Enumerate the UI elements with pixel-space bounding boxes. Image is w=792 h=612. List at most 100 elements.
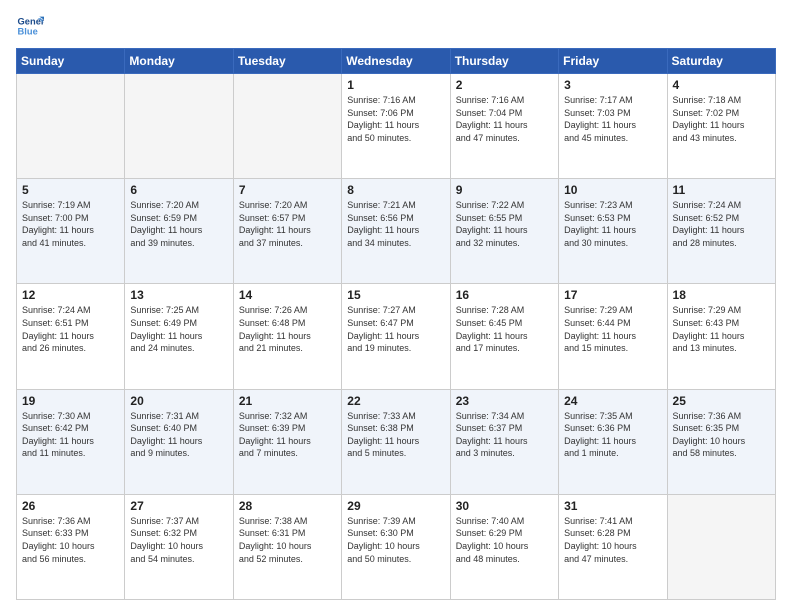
- day-number: 7: [239, 183, 336, 197]
- calendar-cell: 2 Sunrise: 7:16 AMSunset: 7:04 PMDaylight…: [450, 74, 558, 179]
- day-number: 23: [456, 394, 553, 408]
- day-number: 24: [564, 394, 661, 408]
- calendar-cell: 14 Sunrise: 7:26 AMSunset: 6:48 PMDayligh…: [233, 284, 341, 389]
- cell-info: Sunrise: 7:29 AMSunset: 6:43 PMDaylight:…: [673, 304, 770, 354]
- day-number: 2: [456, 78, 553, 92]
- cell-info: Sunrise: 7:36 AMSunset: 6:33 PMDaylight:…: [22, 515, 119, 565]
- day-number: 26: [22, 499, 119, 513]
- day-number: 3: [564, 78, 661, 92]
- calendar-cell: 4 Sunrise: 7:18 AMSunset: 7:02 PMDaylight…: [667, 74, 775, 179]
- calendar-cell: 18 Sunrise: 7:29 AMSunset: 6:43 PMDayligh…: [667, 284, 775, 389]
- day-number: 25: [673, 394, 770, 408]
- cell-info: Sunrise: 7:35 AMSunset: 6:36 PMDaylight:…: [564, 410, 661, 460]
- cell-info: Sunrise: 7:28 AMSunset: 6:45 PMDaylight:…: [456, 304, 553, 354]
- calendar-cell: 19 Sunrise: 7:30 AMSunset: 6:42 PMDayligh…: [17, 389, 125, 494]
- page: General Blue SundayMondayTuesdayWednesda…: [0, 0, 792, 612]
- day-number: 9: [456, 183, 553, 197]
- calendar-cell: 13 Sunrise: 7:25 AMSunset: 6:49 PMDayligh…: [125, 284, 233, 389]
- cell-info: Sunrise: 7:41 AMSunset: 6:28 PMDaylight:…: [564, 515, 661, 565]
- cell-info: Sunrise: 7:34 AMSunset: 6:37 PMDaylight:…: [456, 410, 553, 460]
- day-number: 20: [130, 394, 227, 408]
- day-number: 27: [130, 499, 227, 513]
- day-number: 10: [564, 183, 661, 197]
- cell-info: Sunrise: 7:20 AMSunset: 6:57 PMDaylight:…: [239, 199, 336, 249]
- day-number: 6: [130, 183, 227, 197]
- day-number: 8: [347, 183, 444, 197]
- weekday-header: Monday: [125, 49, 233, 74]
- day-number: 14: [239, 288, 336, 302]
- day-number: 21: [239, 394, 336, 408]
- calendar-cell: [125, 74, 233, 179]
- calendar-cell: 12 Sunrise: 7:24 AMSunset: 6:51 PMDayligh…: [17, 284, 125, 389]
- day-number: 18: [673, 288, 770, 302]
- cell-info: Sunrise: 7:26 AMSunset: 6:48 PMDaylight:…: [239, 304, 336, 354]
- calendar-cell: 31 Sunrise: 7:41 AMSunset: 6:28 PMDayligh…: [559, 494, 667, 599]
- calendar-cell: 23 Sunrise: 7:34 AMSunset: 6:37 PMDayligh…: [450, 389, 558, 494]
- cell-info: Sunrise: 7:24 AMSunset: 6:51 PMDaylight:…: [22, 304, 119, 354]
- cell-info: Sunrise: 7:18 AMSunset: 7:02 PMDaylight:…: [673, 94, 770, 144]
- cell-info: Sunrise: 7:39 AMSunset: 6:30 PMDaylight:…: [347, 515, 444, 565]
- cell-info: Sunrise: 7:27 AMSunset: 6:47 PMDaylight:…: [347, 304, 444, 354]
- cell-info: Sunrise: 7:37 AMSunset: 6:32 PMDaylight:…: [130, 515, 227, 565]
- calendar-cell: [17, 74, 125, 179]
- logo: General Blue: [16, 12, 44, 40]
- calendar-cell: [667, 494, 775, 599]
- calendar-cell: 25 Sunrise: 7:36 AMSunset: 6:35 PMDayligh…: [667, 389, 775, 494]
- cell-info: Sunrise: 7:24 AMSunset: 6:52 PMDaylight:…: [673, 199, 770, 249]
- svg-text:Blue: Blue: [18, 27, 38, 37]
- calendar-cell: 10 Sunrise: 7:23 AMSunset: 6:53 PMDayligh…: [559, 179, 667, 284]
- cell-info: Sunrise: 7:20 AMSunset: 6:59 PMDaylight:…: [130, 199, 227, 249]
- day-number: 30: [456, 499, 553, 513]
- cell-info: Sunrise: 7:31 AMSunset: 6:40 PMDaylight:…: [130, 410, 227, 460]
- cell-info: Sunrise: 7:40 AMSunset: 6:29 PMDaylight:…: [456, 515, 553, 565]
- cell-info: Sunrise: 7:22 AMSunset: 6:55 PMDaylight:…: [456, 199, 553, 249]
- cell-info: Sunrise: 7:36 AMSunset: 6:35 PMDaylight:…: [673, 410, 770, 460]
- calendar-cell: [233, 74, 341, 179]
- logo-icon: General Blue: [16, 12, 44, 40]
- calendar-cell: 24 Sunrise: 7:35 AMSunset: 6:36 PMDayligh…: [559, 389, 667, 494]
- day-number: 16: [456, 288, 553, 302]
- cell-info: Sunrise: 7:16 AMSunset: 7:06 PMDaylight:…: [347, 94, 444, 144]
- cell-info: Sunrise: 7:25 AMSunset: 6:49 PMDaylight:…: [130, 304, 227, 354]
- cell-info: Sunrise: 7:21 AMSunset: 6:56 PMDaylight:…: [347, 199, 444, 249]
- cell-info: Sunrise: 7:17 AMSunset: 7:03 PMDaylight:…: [564, 94, 661, 144]
- cell-info: Sunrise: 7:16 AMSunset: 7:04 PMDaylight:…: [456, 94, 553, 144]
- weekday-header: Friday: [559, 49, 667, 74]
- day-number: 19: [22, 394, 119, 408]
- day-number: 11: [673, 183, 770, 197]
- calendar-cell: 5Sunrise: 7:19 AMSunset: 7:00 PMDaylight…: [17, 179, 125, 284]
- cell-info: Sunrise: 7:29 AMSunset: 6:44 PMDaylight:…: [564, 304, 661, 354]
- day-number: 17: [564, 288, 661, 302]
- calendar-cell: 11 Sunrise: 7:24 AMSunset: 6:52 PMDayligh…: [667, 179, 775, 284]
- cell-info: Sunrise: 7:23 AMSunset: 6:53 PMDaylight:…: [564, 199, 661, 249]
- calendar-cell: 21 Sunrise: 7:32 AMSunset: 6:39 PMDayligh…: [233, 389, 341, 494]
- calendar-cell: 22 Sunrise: 7:33 AMSunset: 6:38 PMDayligh…: [342, 389, 450, 494]
- weekday-header: Sunday: [17, 49, 125, 74]
- calendar-cell: 6 Sunrise: 7:20 AMSunset: 6:59 PMDaylight…: [125, 179, 233, 284]
- weekday-header: Tuesday: [233, 49, 341, 74]
- calendar-cell: 8 Sunrise: 7:21 AMSunset: 6:56 PMDaylight…: [342, 179, 450, 284]
- cell-info: Sunrise: 7:32 AMSunset: 6:39 PMDaylight:…: [239, 410, 336, 460]
- calendar-cell: 27 Sunrise: 7:37 AMSunset: 6:32 PMDayligh…: [125, 494, 233, 599]
- day-number: 22: [347, 394, 444, 408]
- cell-info: Sunrise: 7:19 AMSunset: 7:00 PMDaylight:…: [22, 199, 119, 249]
- svg-text:General: General: [18, 16, 44, 26]
- weekday-header: Saturday: [667, 49, 775, 74]
- calendar-table: SundayMondayTuesdayWednesdayThursdayFrid…: [16, 48, 776, 600]
- day-number: 4: [673, 78, 770, 92]
- weekday-header: Wednesday: [342, 49, 450, 74]
- day-number: 13: [130, 288, 227, 302]
- calendar-cell: 26 Sunrise: 7:36 AMSunset: 6:33 PMDayligh…: [17, 494, 125, 599]
- calendar-cell: 15 Sunrise: 7:27 AMSunset: 6:47 PMDayligh…: [342, 284, 450, 389]
- calendar-cell: 1 Sunrise: 7:16 AMSunset: 7:06 PMDaylight…: [342, 74, 450, 179]
- cell-info: Sunrise: 7:33 AMSunset: 6:38 PMDaylight:…: [347, 410, 444, 460]
- day-number: 12: [22, 288, 119, 302]
- calendar-cell: 7 Sunrise: 7:20 AMSunset: 6:57 PMDaylight…: [233, 179, 341, 284]
- day-number: 15: [347, 288, 444, 302]
- calendar-cell: 29Sunrise: 7:39 AMSunset: 6:30 PMDayligh…: [342, 494, 450, 599]
- calendar-cell: 30 Sunrise: 7:40 AMSunset: 6:29 PMDayligh…: [450, 494, 558, 599]
- cell-info: Sunrise: 7:30 AMSunset: 6:42 PMDaylight:…: [22, 410, 119, 460]
- weekday-header: Thursday: [450, 49, 558, 74]
- day-number: 31: [564, 499, 661, 513]
- day-number: 1: [347, 78, 444, 92]
